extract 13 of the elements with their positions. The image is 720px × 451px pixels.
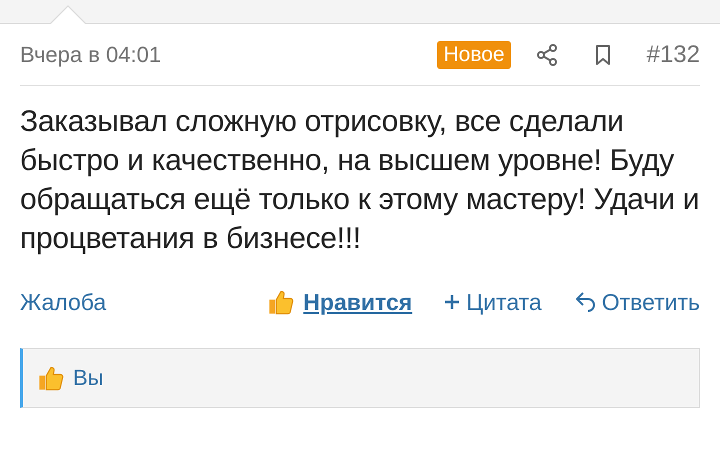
likes-user[interactable]: Вы [73,365,104,391]
like-link[interactable]: Нравится [303,288,412,316]
report-link[interactable]: Жалоба [20,288,106,316]
thumbs-up-icon [267,288,296,316]
share-icon[interactable] [534,43,559,67]
post-number[interactable]: #132 [646,41,700,69]
thumbs-up-icon [37,364,65,392]
reply-icon[interactable] [574,290,598,314]
quote-link[interactable]: Цитата [466,288,542,316]
new-badge: Новое [437,41,511,69]
reply-link[interactable]: Ответить [602,288,700,316]
post-date: Вчера в 04:01 [20,42,162,68]
message-text: Заказывал сложную отрисовку, все сделали быстро и качественно, на высшем уровне! Буду обращаться ещё только к этому мастеру! Удачи и процветания в бизнесе!!! [20,104,700,257]
